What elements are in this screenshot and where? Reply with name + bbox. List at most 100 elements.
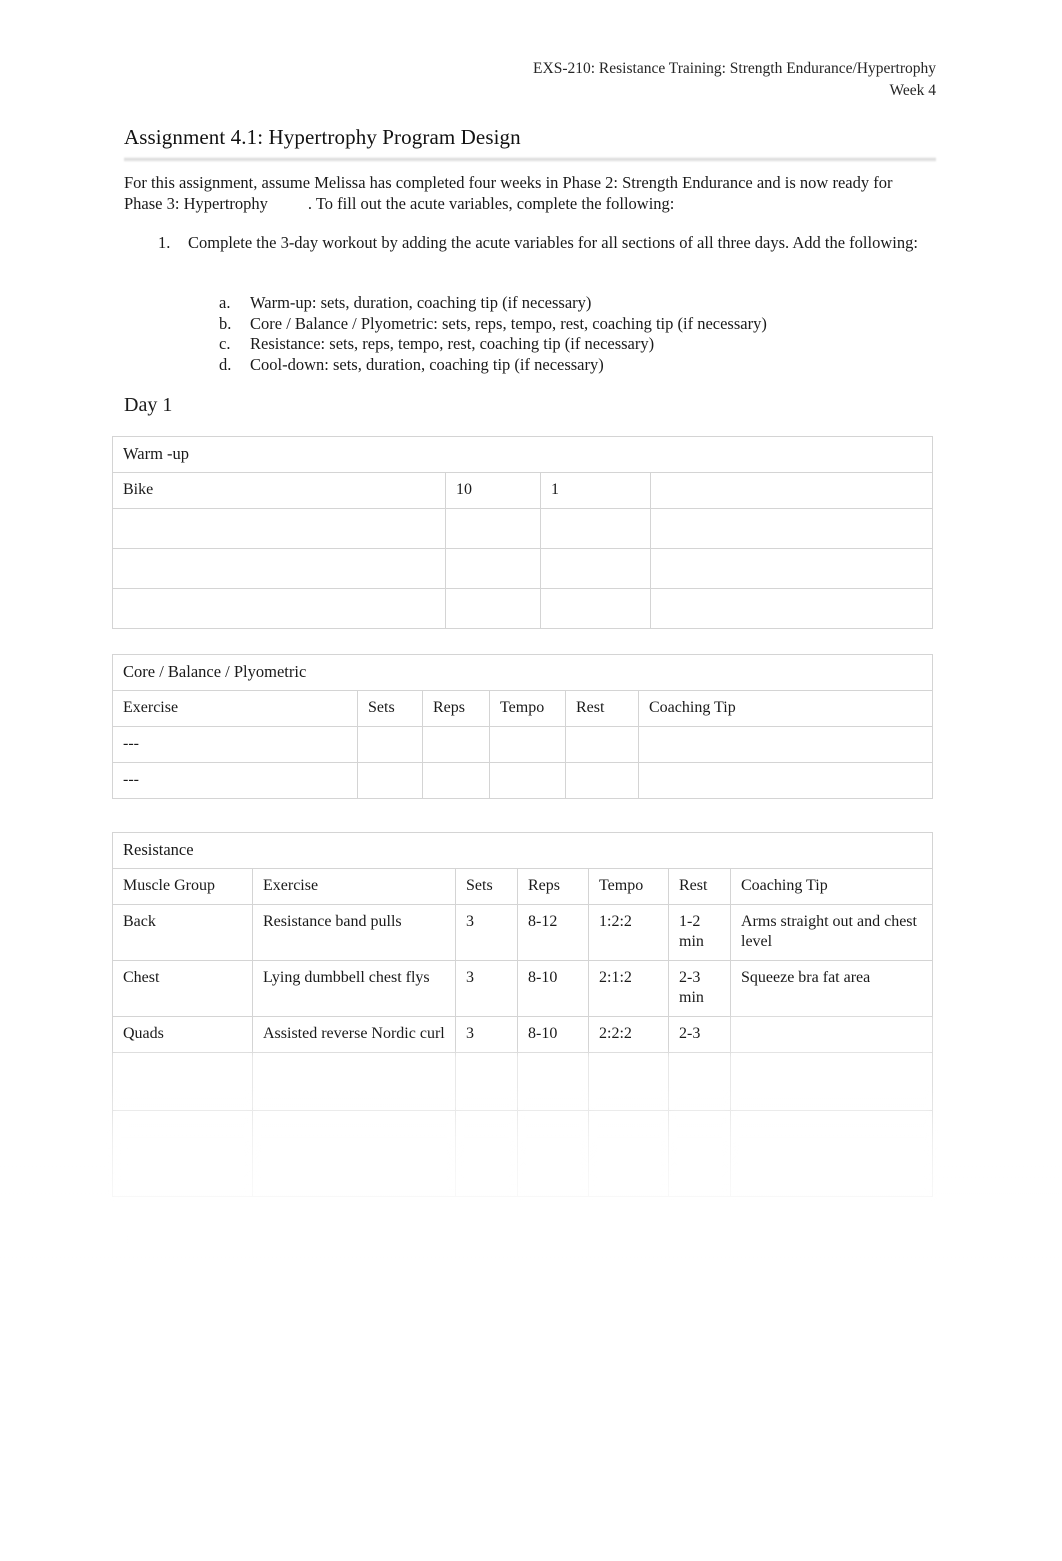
resistance-cell-sets[interactable]: 3 bbox=[455, 904, 518, 961]
warmup-cell-exercise[interactable] bbox=[112, 508, 446, 549]
resistance-cell-reps[interactable] bbox=[517, 1110, 589, 1197]
resistance-cell-tip[interactable]: Squeeze bra fat area bbox=[729, 960, 934, 1017]
core-balance-plyometric-table: Core / Balance / Plyometric Exercise Set… bbox=[112, 654, 933, 799]
resistance-cell-sets[interactable]: 3 bbox=[455, 960, 518, 1017]
sublist-marker-d: d. bbox=[219, 354, 232, 374]
core-cell-reps[interactable] bbox=[422, 726, 490, 763]
table-row bbox=[112, 1110, 934, 1197]
document-page: EXS-210: Resistance Training: Strength E… bbox=[0, 0, 1062, 1561]
resistance-cell-sets[interactable] bbox=[455, 1052, 518, 1111]
warmup-cell-duration[interactable] bbox=[445, 508, 541, 549]
warmup-cell-sets[interactable] bbox=[540, 588, 651, 629]
header-course-title: EXS-210: Resistance Training: Strength E… bbox=[533, 60, 936, 77]
resistance-cell-exercise[interactable] bbox=[252, 1052, 456, 1111]
warmup-cell-exercise[interactable]: Bike bbox=[112, 472, 446, 509]
resistance-cell-sets[interactable] bbox=[455, 1110, 518, 1197]
resistance-header-muscle-group: Muscle Group bbox=[112, 868, 253, 905]
core-cell-tip[interactable] bbox=[638, 726, 933, 763]
warmup-cell-sets[interactable] bbox=[540, 508, 651, 549]
resistance-cell-tip[interactable] bbox=[729, 1110, 934, 1197]
resistance-cell-rest[interactable]: 2-3 bbox=[668, 1016, 731, 1053]
resistance-cell-reps[interactable]: 8-10 bbox=[517, 960, 589, 1017]
resistance-cell-muscle-group[interactable]: Chest bbox=[112, 960, 253, 1017]
resistance-cell-tempo[interactable]: 1:2:2 bbox=[588, 904, 669, 961]
resistance-cell-exercise[interactable]: Assisted reverse Nordic curl bbox=[252, 1016, 456, 1053]
core-cell-exercise[interactable]: --- bbox=[112, 726, 358, 763]
table-row: Quads Assisted reverse Nordic curl 3 8-1… bbox=[112, 1016, 934, 1053]
intro-paragraph: For this assignment, assume Melissa has … bbox=[124, 172, 939, 214]
resistance-cell-rest[interactable] bbox=[668, 1052, 731, 1111]
resistance-cell-reps[interactable] bbox=[517, 1052, 589, 1111]
resistance-cell-exercise[interactable] bbox=[252, 1110, 456, 1197]
warmup-cell-duration[interactable] bbox=[445, 588, 541, 629]
title-block: Assignment 4.1: Hypertrophy Program Desi… bbox=[124, 124, 936, 162]
sublist-marker-b: b. bbox=[219, 313, 232, 333]
sublist-marker-c: c. bbox=[219, 334, 231, 354]
warmup-cell-tip[interactable] bbox=[649, 548, 934, 589]
resistance-cell-muscle-group[interactable] bbox=[112, 1052, 253, 1111]
table-row: Bike 10 1 bbox=[112, 472, 934, 509]
sublist-label-a: Warm-up: sets, duration, coaching tip (i… bbox=[250, 293, 592, 312]
warmup-cell-exercise[interactable] bbox=[112, 588, 446, 629]
core-cell-rest[interactable] bbox=[565, 726, 639, 763]
core-header-reps: Reps bbox=[422, 690, 490, 727]
resistance-cell-tip[interactable] bbox=[729, 1016, 934, 1053]
resistance-cell-reps[interactable]: 8-10 bbox=[517, 1016, 589, 1053]
resistance-cell-exercise[interactable]: Resistance band pulls bbox=[252, 904, 456, 961]
resistance-cell-tip[interactable]: Arms straight out and chest level bbox=[729, 904, 934, 961]
page-title: Assignment 4.1: Hypertrophy Program Desi… bbox=[124, 125, 521, 149]
resistance-cell-muscle-group[interactable]: Back bbox=[112, 904, 253, 961]
resistance-cell-reps[interactable]: 8-12 bbox=[517, 904, 589, 961]
core-cell-sets[interactable] bbox=[357, 726, 423, 763]
resistance-cell-muscle-group[interactable] bbox=[112, 1110, 253, 1197]
instruction-sublist: a. Warm-up: sets, duration, coaching tip… bbox=[124, 293, 939, 375]
sublist-label-d: Cool-down: sets, duration, coaching tip … bbox=[250, 354, 604, 374]
core-section-title: Core / Balance / Plyometric bbox=[112, 654, 933, 691]
resistance-cell-rest[interactable] bbox=[668, 1110, 731, 1197]
core-cell-exercise[interactable]: --- bbox=[112, 762, 358, 799]
title-divider bbox=[124, 157, 936, 162]
core-header-sets: Sets bbox=[357, 690, 423, 727]
warmup-section-title: Warm -up bbox=[111, 436, 934, 473]
core-cell-sets[interactable] bbox=[357, 762, 423, 799]
warmup-cell-sets[interactable]: 1 bbox=[540, 472, 651, 509]
warmup-table: Warm -up Bike 10 1 bbox=[111, 436, 934, 629]
resistance-cell-tempo[interactable] bbox=[588, 1110, 669, 1197]
core-table-wrapper: Core / Balance / Plyometric Exercise Set… bbox=[112, 654, 933, 799]
warmup-cell-tip[interactable] bbox=[649, 472, 934, 509]
core-cell-tempo[interactable] bbox=[489, 726, 566, 763]
sublist-marker-a: a. bbox=[219, 293, 231, 312]
core-cell-rest[interactable] bbox=[565, 762, 639, 799]
warmup-table-wrapper: Warm -up Bike 10 1 bbox=[111, 436, 934, 629]
core-cell-tip[interactable] bbox=[638, 762, 933, 799]
resistance-header-tempo: Tempo bbox=[588, 868, 669, 905]
core-header-tempo: Tempo bbox=[489, 690, 566, 727]
resistance-cell-tempo[interactable]: 2:2:2 bbox=[588, 1016, 669, 1053]
table-header-row: Muscle Group Exercise Sets Reps Tempo Re… bbox=[112, 868, 934, 905]
resistance-cell-muscle-group[interactable]: Quads bbox=[112, 1016, 253, 1053]
header-week: Week 4 bbox=[889, 82, 936, 99]
resistance-cell-sets[interactable]: 3 bbox=[455, 1016, 518, 1053]
table-section-header-row: Resistance bbox=[111, 832, 934, 869]
sublist-label-c: Resistance: sets, reps, tempo, rest, coa… bbox=[250, 334, 655, 354]
core-header-coaching-tip: Coaching Tip bbox=[638, 690, 933, 727]
warmup-cell-sets[interactable] bbox=[540, 548, 651, 589]
list-item: 1. Complete the 3-day workout by adding … bbox=[124, 232, 939, 253]
core-cell-tempo[interactable] bbox=[489, 762, 566, 799]
list-item-label: Complete the 3-day workout by adding the… bbox=[188, 233, 918, 252]
resistance-cell-rest[interactable]: 1-2 min bbox=[668, 904, 731, 961]
resistance-header-coaching-tip: Coaching Tip bbox=[729, 868, 934, 905]
core-cell-reps[interactable] bbox=[422, 762, 490, 799]
resistance-cell-exercise[interactable]: Lying dumbbell chest flys bbox=[252, 960, 456, 1017]
table-section-header-row: Core / Balance / Plyometric bbox=[112, 654, 933, 691]
resistance-cell-tempo[interactable] bbox=[588, 1052, 669, 1111]
warmup-cell-duration[interactable]: 10 bbox=[445, 472, 541, 509]
resistance-cell-tempo[interactable]: 2:1:2 bbox=[588, 960, 669, 1017]
warmup-cell-duration[interactable] bbox=[445, 548, 541, 589]
list-item: b. Core / Balance / Plyometric: sets, re… bbox=[124, 314, 939, 335]
resistance-cell-rest[interactable]: 2-3 min bbox=[668, 960, 731, 1017]
warmup-cell-tip[interactable] bbox=[649, 588, 934, 629]
warmup-cell-tip[interactable] bbox=[649, 508, 934, 549]
resistance-cell-tip[interactable] bbox=[729, 1052, 934, 1111]
warmup-cell-exercise[interactable] bbox=[112, 548, 446, 589]
